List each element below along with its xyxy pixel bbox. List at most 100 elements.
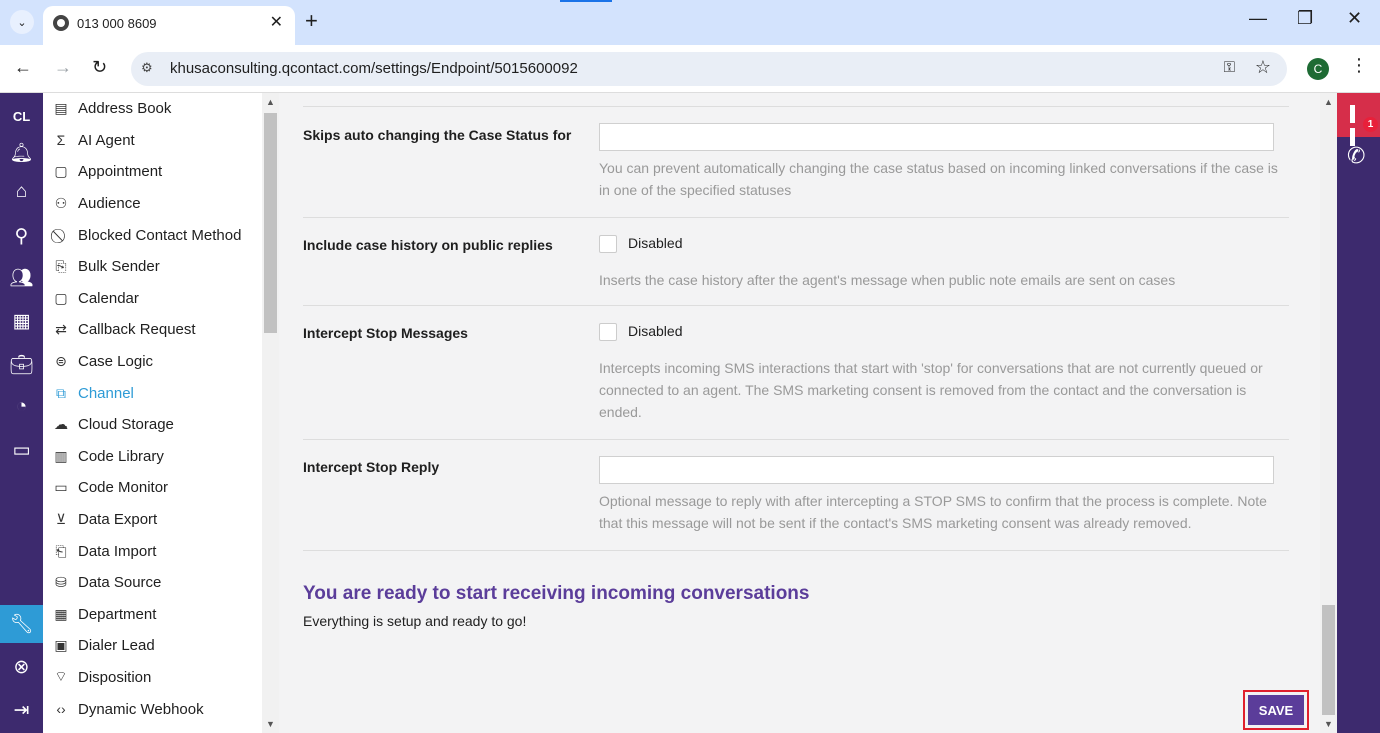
browser-tab[interactable]: 013 000 8609 ✕ (43, 6, 295, 45)
wrench-settings-icon[interactable]: 🔧︎ (0, 605, 43, 643)
menu-item-dialer-lead[interactable]: ▣ Dialer Lead (43, 630, 262, 662)
menu-item-audience[interactable]: ⚇ Audience (43, 188, 262, 220)
case-history-label: Include case history on public replies (303, 237, 553, 253)
menu-item-department[interactable]: ▦ Department (43, 599, 262, 631)
menu-item-data-source[interactable]: ⛁ Data Source (43, 567, 262, 599)
browser-tab-bar: ⌄ 013 000 8609 ✕ + — ❐ ✕ (0, 0, 1380, 45)
menu-item-disposition[interactable]: ⌔ Disposition (43, 662, 262, 694)
menu-item-bulk-sender[interactable]: ⎘ Bulk Sender (43, 251, 262, 283)
briefcase-icon[interactable]: 💼︎ (0, 346, 43, 384)
bulk-sender-icon: ⎘ (55, 258, 67, 275)
menu-item-code-library[interactable]: ▥ Code Library (43, 441, 262, 473)
address-bar: ← → ↻ ⚙ khusaconsulting.qcontact.com/set… (0, 45, 1380, 93)
reload-icon[interactable]: ↻ (92, 57, 107, 78)
menu-item-case-logic[interactable]: ⊜ Case Logic (43, 346, 262, 378)
case-history-state: Disabled (628, 235, 683, 251)
menu-item-dynamic-webhook[interactable]: ‹› Dynamic Webhook (43, 693, 262, 725)
pause-bars-icon (1350, 105, 1364, 146)
org-initials[interactable]: CL (0, 97, 43, 135)
code-monitor-icon: ▭ (54, 479, 68, 496)
tab-title: 013 000 8609 (77, 16, 157, 31)
contacts-icon[interactable]: 👥︎ (0, 259, 43, 297)
tab-search-chevron-icon[interactable]: ⌄ (10, 10, 34, 34)
intercept-reply-help: Optional message to reply with after int… (599, 493, 1267, 531)
bell-icon[interactable]: 🔔︎ (0, 134, 43, 172)
scroll-up-arrow-icon[interactable]: ▲ (266, 97, 275, 107)
main-scroll-up-arrow-icon[interactable]: ▲ (1324, 97, 1333, 107)
window-close-icon[interactable]: ✕ (1347, 8, 1362, 29)
url-omnibox[interactable]: ⚙ khusaconsulting.qcontact.com/settings/… (131, 52, 1287, 86)
section-divider (303, 550, 1289, 551)
browser-menu-icon[interactable]: ⋮ (1350, 55, 1368, 76)
pie-chart-icon[interactable]: ◔ (0, 388, 43, 426)
menu-scrollbar[interactable]: ▲ ▼ (262, 93, 279, 733)
profile-avatar[interactable]: C (1307, 58, 1329, 80)
address-book-icon: ▤ (54, 100, 68, 117)
minimize-icon[interactable]: — (1249, 8, 1267, 29)
menu-item-cloud-storage[interactable]: ☁ Cloud Storage (43, 409, 262, 441)
endpoint-settings-panel: Skips auto changing the Case Status for … (279, 93, 1320, 733)
external-link-icon: ⧉ (56, 384, 66, 401)
new-tab-button[interactable]: + (305, 9, 318, 33)
status-pause-button[interactable]: 1 (1337, 93, 1380, 146)
code-icon: ‹› (56, 701, 66, 718)
main-scroll-thumb[interactable] (1322, 605, 1335, 715)
menu-item-blocked-contact-method[interactable]: ⃠Blocked Contact Method (43, 219, 262, 251)
restore-icon[interactable]: ❐ (1297, 8, 1313, 29)
menu-item-data-import[interactable]: ⎗ Data Import (43, 535, 262, 567)
skip-status-input[interactable] (599, 123, 1274, 151)
tab-strip-indicator (560, 0, 612, 2)
menu-item-ai-agent[interactable]: Σ AI Agent (43, 125, 262, 157)
library-icon: ▥ (54, 447, 68, 464)
sigma-icon: Σ (56, 132, 66, 149)
calendar-icon: ▢ (54, 289, 68, 306)
intercept-stop-state: Disabled (628, 323, 683, 339)
notification-badge: 1 (1363, 117, 1378, 132)
bookmark-star-icon[interactable]: ☆ (1255, 57, 1271, 78)
save-button[interactable]: SAVE (1248, 695, 1304, 725)
intercept-reply-input[interactable] (599, 456, 1274, 484)
case-logic-icon: ⊜ (55, 353, 67, 370)
setting-row-case-history: Include case history on public replies D… (303, 217, 1289, 305)
monitor-icon[interactable]: ▭ (0, 431, 43, 469)
menu-item-code-monitor[interactable]: ▭ Code Monitor (43, 472, 262, 504)
logout-icon[interactable]: ⇥ (0, 691, 43, 729)
intercept-stop-checkbox[interactable] (599, 323, 617, 341)
tab-close-icon[interactable]: ✕ (270, 12, 283, 32)
password-key-icon[interactable]: ⚿ (1224, 59, 1235, 76)
setting-row-intercept-stop: Intercept Stop Messages Disabled Interce… (303, 305, 1289, 439)
save-button-highlight: SAVE (1243, 690, 1309, 730)
calendar-icon: ▢ (54, 163, 68, 180)
ready-heading: You are ready to start receiving incomin… (303, 583, 810, 604)
menu-scroll-thumb[interactable] (264, 113, 277, 333)
forward-arrow-icon[interactable]: → (54, 57, 72, 78)
menu-item-data-export[interactable]: ⊻ Data Export (43, 504, 262, 536)
menu-item-calendar[interactable]: ▢ Calendar (43, 283, 262, 315)
back-arrow-icon[interactable]: ← (14, 57, 32, 78)
help-lifebuoy-icon[interactable]: ⊗ (0, 648, 43, 686)
url-text[interactable]: khusaconsulting.qcontact.com/settings/En… (170, 60, 578, 77)
home-icon[interactable]: ⌂ (0, 173, 43, 211)
case-history-help: Inserts the case history after the agent… (599, 272, 1176, 288)
globe-icon (53, 15, 69, 31)
scroll-down-arrow-icon[interactable]: ▼ (266, 719, 275, 729)
menu-item-channel[interactable]: ⧉ Channel (43, 377, 262, 409)
skip-status-help: You can prevent automatically changing t… (599, 160, 1278, 198)
menu-item-appointment[interactable]: ▢ Appointment (43, 156, 262, 188)
menu-item-address-book[interactable]: ▤ Address Book (43, 93, 262, 125)
import-icon: ⎗ (55, 542, 67, 559)
site-settings-icon[interactable]: ⚙ (141, 60, 153, 76)
menu-item-callback-request[interactable]: ⇄ Callback Request (43, 314, 262, 346)
main-scroll-down-arrow-icon[interactable]: ▼ (1324, 719, 1333, 729)
building-icon[interactable]: ▦ (0, 302, 43, 340)
database-icon: ⛁ (55, 574, 67, 591)
setting-row-intercept-reply: Intercept Stop Reply Optional message to… (303, 439, 1289, 550)
tag-icon: ⌔ (54, 668, 68, 685)
intercept-stop-label: Intercept Stop Messages (303, 325, 468, 341)
main-scrollbar[interactable]: ▲ ▼ (1320, 93, 1337, 733)
settings-menu: ▤ Address Book Σ AI Agent ▢ Appointment ⚇ Au… (43, 93, 262, 733)
phone-icon[interactable]: ✆ (1347, 143, 1365, 169)
case-history-checkbox[interactable] (599, 235, 617, 253)
right-rail: 1 ✆ (1337, 93, 1380, 733)
search-icon[interactable]: ⚲ (0, 217, 43, 255)
